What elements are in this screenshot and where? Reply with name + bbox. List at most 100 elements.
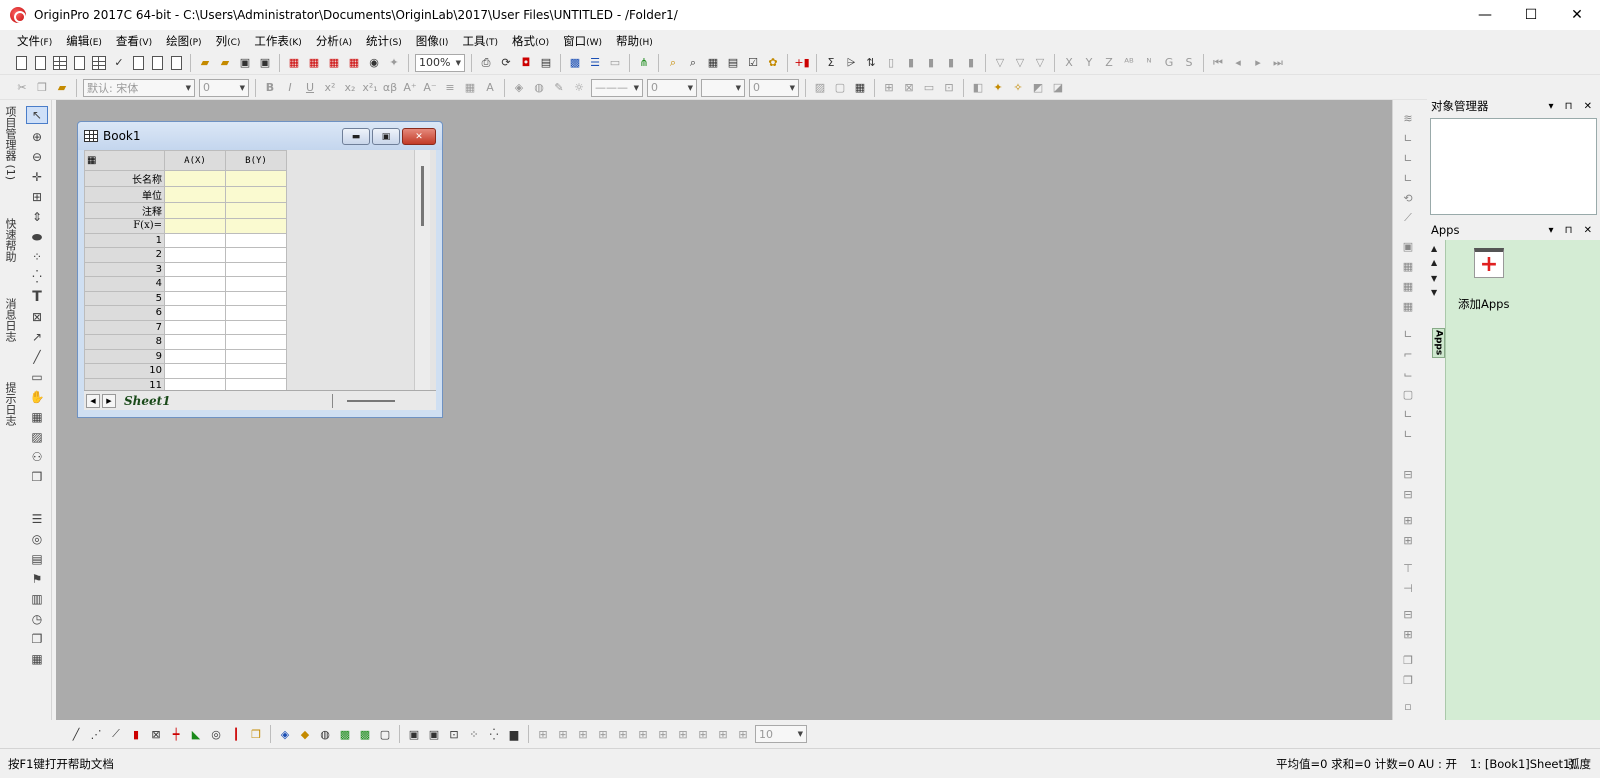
cell[interactable]: [164, 363, 226, 379]
speed-mode-icon[interactable]: ⊡: [445, 725, 463, 743]
polar-plot-icon[interactable]: ◎: [207, 725, 225, 743]
object-align-icon[interactable]: ⊞: [734, 725, 752, 743]
frame-icon[interactable]: ⌙: [1399, 366, 1417, 382]
cell[interactable]: [225, 247, 287, 263]
bar-chart-icon[interactable]: ▮: [922, 54, 940, 72]
add-column-icon[interactable]: +▮: [793, 54, 811, 72]
group-icon[interactable]: ❐: [1399, 672, 1417, 688]
statistics-icon[interactable]: Σ: [822, 54, 840, 72]
frame-icon[interactable]: ∟: [1399, 406, 1417, 422]
stat-plot-icon[interactable]: ┿: [167, 725, 185, 743]
set-label-icon[interactable]: ᴬᴮ: [1120, 54, 1138, 72]
grid-corner[interactable]: ▦: [84, 150, 165, 171]
row-header[interactable]: 9: [84, 348, 165, 364]
line-width-combo[interactable]: 0 ▼: [647, 78, 697, 97]
sheet-next-icon[interactable]: ▶: [102, 393, 116, 408]
row-header[interactable]: 单位: [84, 186, 165, 203]
worksheet-grid[interactable]: ▦ A(X) B(Y) 长名称 单位 注释 F(x)= 1 2 3 4 5 6 …: [84, 150, 436, 390]
contour-icon[interactable]: ◍: [316, 725, 334, 743]
filter-clear-icon[interactable]: ▽: [1011, 54, 1029, 72]
object-icon[interactable]: ❒: [26, 468, 48, 486]
border-icon[interactable]: ▢: [831, 79, 849, 97]
superscript-icon[interactable]: x²: [321, 79, 339, 97]
cell[interactable]: [164, 290, 226, 306]
back-icon[interactable]: ◪: [1049, 79, 1067, 97]
align-icon[interactable]: ⊞: [1399, 626, 1417, 642]
object-align-icon[interactable]: ⊞: [594, 725, 612, 743]
symbol-combo[interactable]: ▼: [701, 78, 745, 97]
project-explorer-icon[interactable]: ⋔: [635, 54, 653, 72]
line-plot-icon[interactable]: ╱: [67, 725, 85, 743]
cell[interactable]: [164, 261, 226, 277]
axis-icon[interactable]: ∟: [1399, 170, 1417, 186]
arrange-icon[interactable]: ⊞: [1399, 532, 1417, 548]
panel-icon[interactable]: ▦: [1399, 278, 1417, 294]
print-icon[interactable]: ⎙: [477, 54, 495, 72]
scroll-up-icon[interactable]: ▲: [1431, 258, 1437, 267]
grid-icon[interactable]: ▦: [26, 650, 48, 668]
font-name-combo[interactable]: 默认: 宋体 ▼: [83, 78, 195, 97]
row-header[interactable]: 1: [84, 232, 165, 248]
cell[interactable]: [225, 377, 287, 390]
add-apps-label[interactable]: 添加Apps: [1458, 296, 1509, 312]
font-size-combo[interactable]: 0 ▼: [199, 78, 249, 97]
cell[interactable]: [164, 218, 226, 234]
cell[interactable]: [164, 170, 226, 187]
import-multiple-icon[interactable]: ▦: [305, 54, 323, 72]
panel-icon[interactable]: ▦: [1399, 298, 1417, 314]
column-plot-icon[interactable]: ▮: [127, 725, 145, 743]
frame-icon[interactable]: ∟: [1399, 426, 1417, 442]
menu-tools[interactable]: 工具(T): [455, 33, 505, 49]
normalize-icon[interactable]: ▯: [882, 54, 900, 72]
screen-reader-icon[interactable]: ⊞: [26, 188, 48, 206]
clock-icon[interactable]: ◷: [26, 610, 48, 628]
new-workbook-icon[interactable]: [53, 55, 67, 70]
filter-options-icon[interactable]: ▽: [1031, 54, 1049, 72]
menu-format[interactable]: 格式(O): [505, 33, 556, 49]
object-align-icon[interactable]: ⊞: [574, 725, 592, 743]
size-combo[interactable]: 0 ▼: [749, 78, 799, 97]
box-chart-icon[interactable]: ▮: [962, 54, 980, 72]
insert-chart-icon[interactable]: ▨: [26, 428, 48, 446]
object-align-icon[interactable]: ⊞: [554, 725, 572, 743]
new-project-icon[interactable]: [16, 55, 27, 70]
menu-view[interactable]: 查看(V): [109, 33, 159, 49]
save-project-icon[interactable]: ▣: [236, 54, 254, 72]
object-align-icon[interactable]: ⊞: [654, 725, 672, 743]
ternary-icon[interactable]: ▩: [356, 725, 374, 743]
draw-data-icon[interactable]: ⬬: [26, 228, 48, 246]
text-tool-icon[interactable]: T: [26, 288, 48, 306]
cell[interactable]: [225, 202, 287, 219]
cell[interactable]: [164, 276, 226, 292]
menu-file[interactable]: 文件(F): [10, 33, 59, 49]
workbook-restore-button[interactable]: ▣: [372, 128, 400, 145]
insert-graph-icon[interactable]: ▦: [26, 408, 48, 426]
cell[interactable]: [225, 363, 287, 379]
align-icon[interactable]: ⊤: [1399, 560, 1417, 576]
plot-setup-icon[interactable]: ▣: [405, 725, 423, 743]
row-header[interactable]: 11: [84, 377, 165, 390]
group-icon[interactable]: ✦: [989, 79, 1007, 97]
greek-icon[interactable]: αβ: [381, 79, 399, 97]
go-last-icon[interactable]: ⏭: [1269, 54, 1287, 72]
cell[interactable]: [164, 334, 226, 350]
close-button[interactable]: ✕: [1554, 0, 1600, 30]
cell[interactable]: [164, 247, 226, 263]
decrease-font-icon[interactable]: A⁻: [421, 79, 439, 97]
align-icon[interactable]: ⊣: [1399, 580, 1417, 596]
maximize-button[interactable]: ☐: [1508, 0, 1554, 30]
panel-controls[interactable]: ▾ ⊓ ✕: [1548, 225, 1596, 236]
refresh-icon[interactable]: ⟳: [497, 54, 515, 72]
data-selector-icon[interactable]: ⇕: [26, 208, 48, 226]
increase-font-icon[interactable]: A⁺: [401, 79, 419, 97]
set-none-icon[interactable]: ᴺ: [1140, 54, 1158, 72]
object-align-icon[interactable]: ⊞: [714, 725, 732, 743]
new-folder-icon[interactable]: [35, 55, 46, 70]
plot-dots-icon[interactable]: ⁛: [485, 725, 503, 743]
scrollbar-thumb[interactable]: [421, 166, 424, 226]
data-window-icon[interactable]: ▦: [704, 54, 722, 72]
cell[interactable]: [225, 232, 287, 248]
table-icon[interactable]: ▦: [851, 79, 869, 97]
align-icon[interactable]: ≡: [441, 79, 459, 97]
menu-help[interactable]: 帮助(H): [609, 33, 660, 49]
